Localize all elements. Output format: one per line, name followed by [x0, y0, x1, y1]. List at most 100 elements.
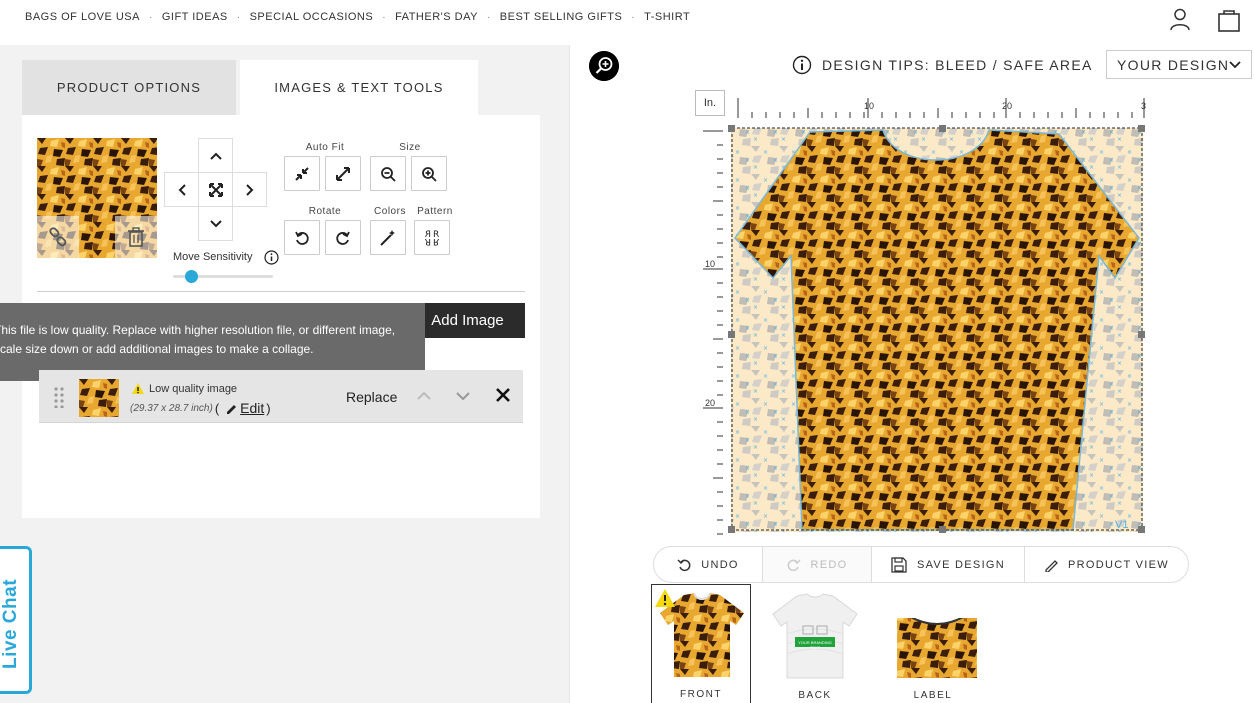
zoom-out-icon — [381, 166, 396, 182]
your-design-dropdown[interactable]: YOUR DESIGN — [1106, 50, 1252, 79]
drag-handle-icon[interactable] — [54, 386, 64, 408]
nav-links: BAGS OF LOVE USA · GIFT IDEAS · SPECIAL … — [25, 11, 690, 23]
save-design-button[interactable]: SAVE DESIGN — [872, 547, 1025, 582]
nav-link-bags-of-love[interactable]: BAGS OF LOVE USA — [25, 11, 140, 23]
move-right-button[interactable] — [232, 172, 267, 207]
remove-image-icon[interactable] — [494, 386, 512, 404]
pencil-icon[interactable] — [225, 402, 237, 414]
move-layer-down-icon[interactable] — [454, 387, 472, 405]
rotate-ccw-icon — [295, 231, 309, 245]
rotate-cw-icon — [336, 231, 350, 245]
ruler-unit-toggle[interactable]: In. — [695, 90, 725, 116]
ruler-tick-label: 10 — [864, 101, 874, 111]
center-button[interactable] — [198, 172, 233, 207]
edit-link[interactable]: Edit — [240, 400, 264, 416]
undo-label: UNDO — [701, 558, 739, 571]
redo-button[interactable]: REDO — [763, 547, 872, 582]
svg-text:R: R — [433, 236, 439, 246]
design-action-bar: UNDO REDO SAVE DESIGN PRODUCT VIEW — [653, 546, 1189, 583]
warning-icon — [132, 383, 144, 394]
product-view-button[interactable]: PRODUCT VIEW — [1025, 547, 1188, 582]
undo-button[interactable]: UNDO — [654, 547, 763, 582]
save-disk-icon — [891, 556, 907, 573]
shopping-bag-icon[interactable] — [1216, 7, 1242, 33]
fit-expand-button[interactable] — [325, 156, 361, 191]
tooltip-line-1: This file is low quality. Replace with h… — [0, 323, 396, 337]
design-tips-link[interactable]: DESIGN TIPS: BLEED / SAFE AREA — [792, 55, 1093, 75]
label-tshirt-image — [897, 614, 977, 678]
nav-link-t-shirt[interactable]: T-SHIRT — [644, 11, 690, 23]
selected-image-thumbnail[interactable] — [37, 138, 157, 258]
slider-handle[interactable] — [184, 270, 198, 283]
tab-images-text-tools[interactable]: IMAGES & TEXT TOOLS — [240, 60, 478, 115]
live-chat-label: Live Chat — [0, 578, 21, 669]
ruler-tick-label: 20 — [1002, 101, 1012, 111]
rotate-right-button[interactable] — [325, 220, 361, 255]
pattern-button[interactable]: RRRR — [414, 220, 450, 255]
zoom-canvas-icon[interactable] — [589, 51, 619, 81]
chevron-right-icon — [245, 183, 253, 196]
view-front-thumbnail[interactable]: FRONT — [651, 584, 751, 703]
top-navigation: BAGS OF LOVE USA · GIFT IDEAS · SPECIAL … — [0, 0, 1254, 45]
nav-link-best-selling[interactable]: BEST SELLING GIFTS — [500, 11, 623, 23]
dimensions-text: (29.37 x 28.7 inch) — [130, 402, 213, 414]
link-icon[interactable] — [37, 216, 79, 258]
move-left-button[interactable] — [164, 172, 199, 207]
redo-label: REDO — [810, 558, 848, 571]
expand-diagonal-icon — [336, 166, 350, 181]
save-design-label: SAVE DESIGN — [916, 558, 1006, 571]
product-view-label: PRODUCT VIEW — [1068, 558, 1169, 571]
magic-wand-icon — [380, 229, 395, 246]
chevron-down-icon — [209, 219, 222, 227]
auto-fit-label: Auto Fit — [305, 142, 345, 153]
live-chat-button[interactable]: Live Chat — [0, 546, 32, 694]
nav-separator: · — [148, 11, 153, 23]
nav-separator: · — [236, 11, 241, 23]
colors-label: Colors — [374, 206, 406, 217]
pencil-icon — [1045, 559, 1058, 572]
chevron-down-icon — [1229, 61, 1241, 69]
replace-button[interactable]: Replace — [346, 389, 397, 405]
your-design-label: YOUR DESIGN — [1117, 56, 1230, 73]
move-up-button[interactable] — [198, 138, 233, 173]
redo-icon — [787, 558, 801, 571]
move-layer-up-icon[interactable] — [415, 387, 433, 405]
nav-link-fathers-day[interactable]: FATHER'S DAY — [395, 11, 478, 23]
chevron-up-icon — [209, 152, 222, 160]
rotate-left-button[interactable] — [284, 220, 320, 255]
user-account-icon[interactable] — [1168, 7, 1192, 31]
view-front-label: FRONT — [680, 689, 722, 700]
paren-close: ) — [266, 400, 271, 416]
version-badge: V1 — [1115, 519, 1128, 531]
left-ruler — [698, 119, 725, 539]
pattern-mirror-icon: R RR R — [425, 230, 440, 246]
view-label-thumbnail[interactable]: LABEL — [883, 584, 983, 703]
tooltip-line-2: scale size down or add additional images… — [0, 342, 314, 356]
section-divider — [37, 291, 525, 292]
info-icon[interactable] — [264, 250, 279, 265]
design-tips-text: DESIGN TIPS: BLEED / SAFE AREA — [822, 57, 1093, 73]
add-image-button[interactable]: Add Image — [410, 303, 525, 338]
zoom-in-button[interactable] — [411, 156, 447, 191]
fit-shrink-button[interactable] — [284, 156, 320, 191]
size-label: Size — [399, 142, 421, 153]
image-list-row[interactable]: Low quality image (29.37 x 28.7 inch) ( … — [39, 370, 523, 423]
view-back-label: BACK — [798, 690, 832, 701]
trash-icon[interactable] — [115, 216, 157, 258]
tab-product-options[interactable]: PRODUCT OPTIONS — [22, 60, 236, 115]
view-back-thumbnail[interactable]: YOUR BRANDING TEXT BACK — [765, 584, 865, 703]
info-icon — [792, 55, 812, 75]
color-picker-button[interactable] — [370, 220, 406, 255]
zoom-out-button[interactable] — [370, 156, 406, 191]
image-row-thumbnail — [79, 379, 119, 417]
nav-link-special-occasions[interactable]: SPECIAL OCCASIONS — [250, 11, 374, 23]
top-ruler — [725, 93, 1148, 119]
low-quality-warning: Low quality image — [131, 382, 237, 395]
paren-open: ( — [214, 400, 220, 416]
move-down-button[interactable] — [198, 206, 233, 241]
ruler-tick-label: 20 — [705, 398, 715, 408]
design-canvas[interactable]: 10 20 3 10 20 V1 — [695, 90, 1150, 540]
nav-link-gift-ideas[interactable]: GIFT IDEAS — [162, 11, 228, 23]
view-label-label: LABEL — [913, 690, 953, 701]
nav-separator: · — [382, 11, 387, 23]
